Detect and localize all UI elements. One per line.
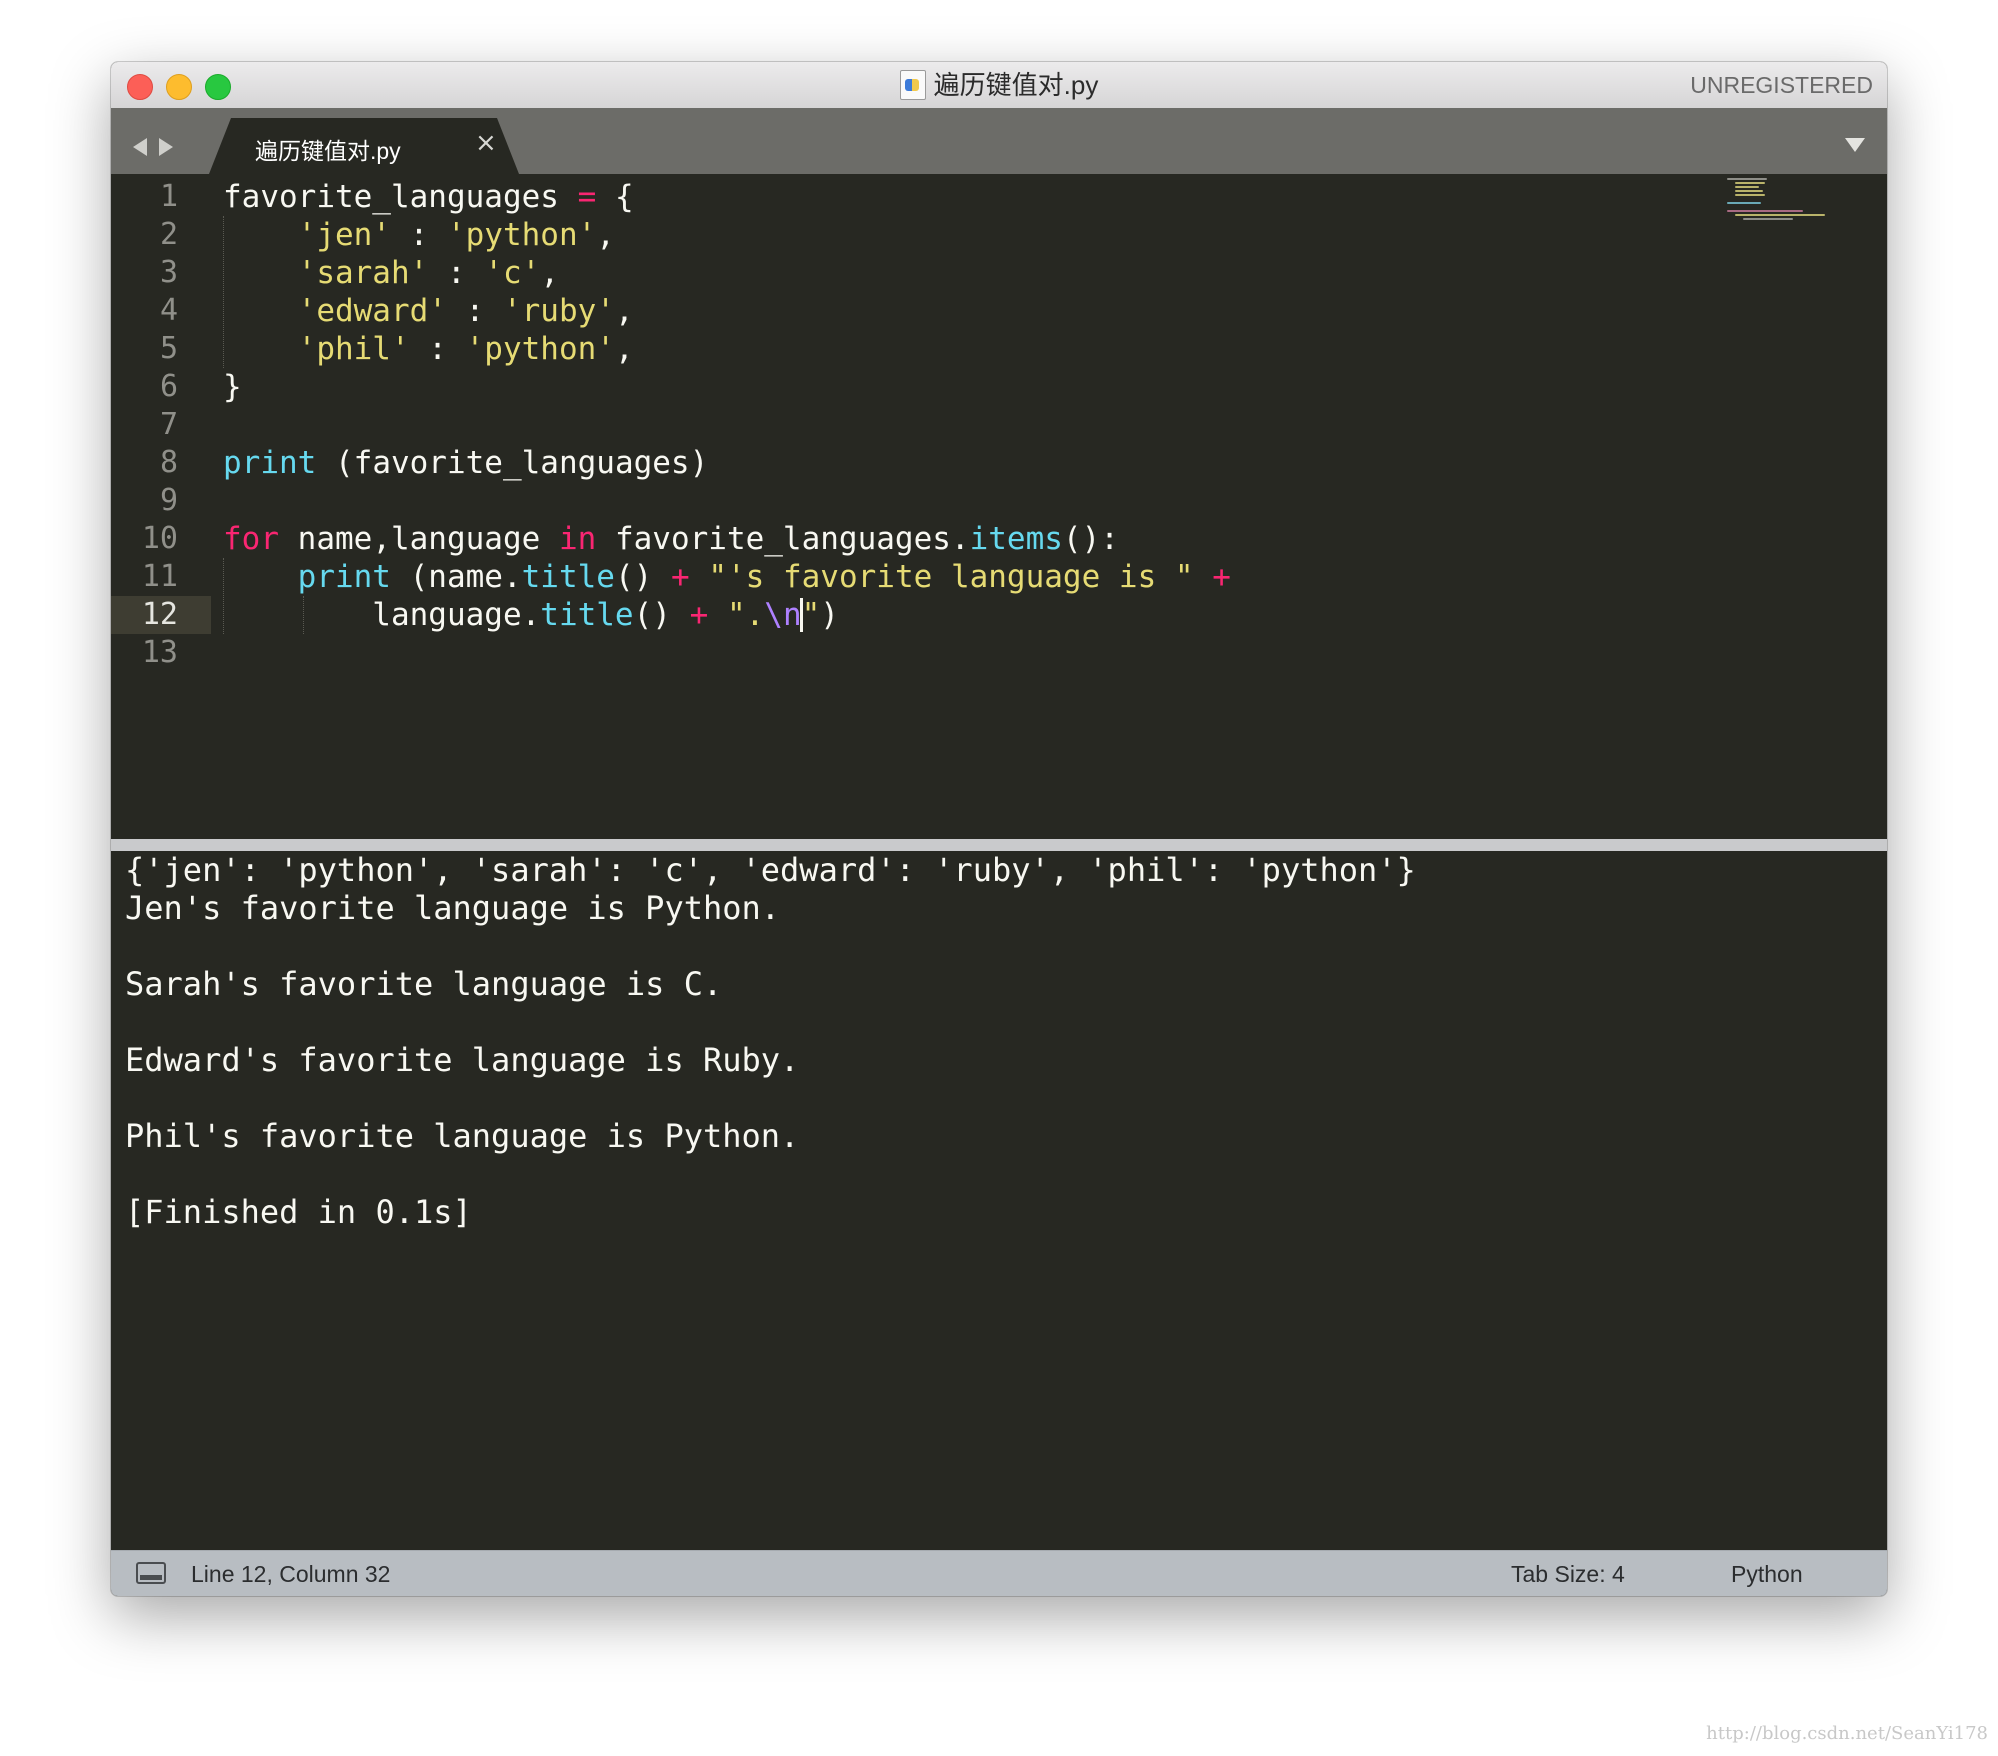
minimap[interactable] bbox=[1727, 176, 1847, 226]
window-title: 遍历键值对.py bbox=[111, 62, 1887, 108]
tab-label: 遍历键值对.py bbox=[255, 138, 401, 164]
sublime-text-window: 遍历键值对.py UNREGISTERED 遍历键值对.py × 1 2 3 4… bbox=[111, 62, 1887, 1596]
unregistered-label: UNREGISTERED bbox=[1690, 72, 1873, 98]
line-number: 3 bbox=[159, 255, 178, 290]
minimap-line bbox=[1727, 210, 1803, 212]
output-line: Jen's favorite language is Python. bbox=[125, 889, 781, 927]
code-line-12: language.title() + ".\n") bbox=[223, 597, 839, 633]
output-line: [Finished in 0.1s] bbox=[125, 1193, 472, 1231]
code-line-6: } bbox=[223, 369, 242, 405]
code-line-4: 'edward' : 'ruby', bbox=[297, 293, 634, 329]
watermark: http://blog.csdn.net/SeanYi178 bbox=[1706, 1723, 1988, 1744]
minimap-line bbox=[1735, 190, 1763, 192]
output-line: Phil's favorite language is Python. bbox=[125, 1117, 800, 1155]
line-number: 9 bbox=[159, 483, 178, 518]
line-number: 4 bbox=[159, 293, 178, 328]
tab-close-icon[interactable]: × bbox=[475, 128, 497, 158]
code-line-1: favorite_languages = { bbox=[223, 179, 634, 215]
python-file-icon bbox=[899, 70, 926, 100]
output-line: {'jen': 'python', 'sarah': 'c', 'edward'… bbox=[125, 851, 1416, 889]
status-bar: Line 12, Column 32 Tab Size: 4 Python bbox=[111, 1550, 1887, 1596]
tab-size-selector[interactable]: Tab Size: 4 bbox=[1511, 1551, 1625, 1596]
tab-file[interactable]: 遍历键值对.py × bbox=[209, 118, 519, 174]
code-line-5: 'phil' : 'python', bbox=[297, 331, 634, 367]
output-line: Sarah's favorite language is C. bbox=[125, 965, 723, 1003]
code-line-8: print (favorite_languages) bbox=[223, 445, 709, 481]
line-number-active: 12 bbox=[111, 596, 211, 634]
line-number: 13 bbox=[141, 635, 178, 670]
line-number: 8 bbox=[159, 445, 178, 480]
line-number: 10 bbox=[141, 521, 178, 556]
syntax-selector[interactable]: Python bbox=[1731, 1551, 1803, 1596]
line-number: 7 bbox=[159, 407, 178, 442]
code-line-2: 'jen' : 'python', bbox=[297, 217, 615, 253]
line-number: 2 bbox=[159, 217, 178, 252]
line-number: 6 bbox=[159, 369, 178, 404]
cursor-position: Line 12, Column 32 bbox=[191, 1561, 391, 1587]
minimap-line bbox=[1735, 194, 1765, 196]
line-number: 11 bbox=[141, 559, 178, 594]
line-number: 1 bbox=[159, 179, 178, 214]
tab-back-arrow-icon[interactable] bbox=[133, 138, 147, 156]
minimap-line bbox=[1735, 182, 1765, 184]
panel-splitter[interactable] bbox=[111, 839, 1887, 851]
minimap-line bbox=[1743, 218, 1793, 220]
minimap-line bbox=[1727, 178, 1767, 180]
show-panel-icon[interactable] bbox=[136, 1562, 166, 1584]
title-bar: 遍历键值对.py UNREGISTERED bbox=[111, 62, 1887, 109]
output-line: Edward's favorite language is Ruby. bbox=[125, 1041, 800, 1079]
code-line-11: print (name.title() + "'s favorite langu… bbox=[297, 559, 1231, 595]
minimap-line bbox=[1735, 186, 1759, 188]
build-output-panel[interactable]: {'jen': 'python', 'sarah': 'c', 'edward'… bbox=[115, 851, 1883, 1596]
code-line-10: for name,language in favorite_languages.… bbox=[223, 521, 1119, 557]
tab-menu-dropdown-icon[interactable] bbox=[1845, 138, 1865, 152]
code-line-3: 'sarah' : 'c', bbox=[297, 255, 559, 291]
window-title-text: 遍历键值对.py bbox=[933, 70, 1099, 100]
minimap-line bbox=[1727, 202, 1761, 204]
line-number-gutter: 1 2 3 4 5 6 7 8 9 10 11 12 13 bbox=[111, 174, 211, 839]
code-editor[interactable]: 1 2 3 4 5 6 7 8 9 10 11 12 13 favorite_l… bbox=[111, 174, 1887, 839]
minimap-line bbox=[1735, 214, 1825, 216]
tab-bar: 遍历键值对.py × bbox=[111, 108, 1887, 174]
line-number: 5 bbox=[159, 331, 178, 366]
tab-forward-arrow-icon[interactable] bbox=[159, 138, 173, 156]
